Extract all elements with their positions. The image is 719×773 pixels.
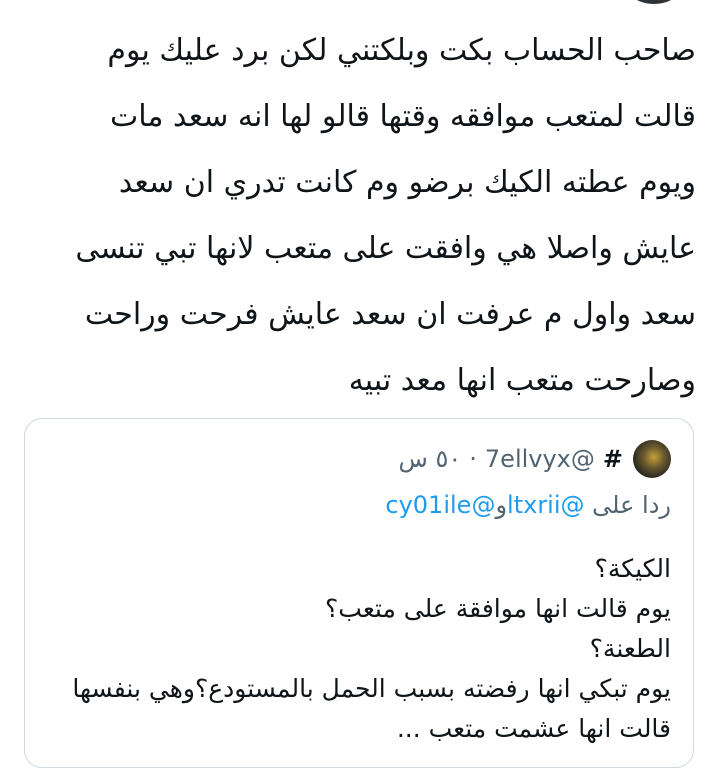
quoted-tweet-text: الكيكة؟ يوم قالت انها موافقة على متعب؟ ا… [72, 554, 671, 743]
replying-to-line: ردا على @ltxriiو@cy01ile [385, 491, 671, 519]
author-name[interactable]: # [603, 445, 623, 473]
reply-joiner: و [495, 491, 508, 519]
reply-mention-link[interactable]: @cy01ile [385, 491, 495, 519]
quoted-tweet-header: # @7ellvyx · ٥٠ س [399, 439, 671, 479]
previous-avatar-edge [632, 0, 676, 4]
avatar[interactable] [633, 440, 671, 478]
author-handle[interactable]: @7ellvyx [485, 445, 595, 473]
post-time[interactable]: ٥٠ س [399, 445, 462, 473]
separator-dot: · [469, 445, 477, 473]
tweet-text: صاحب الحساب بكت وبلكتني لكن برد عليك يوم… [75, 33, 696, 398]
replying-to-label: ردا على [592, 491, 671, 519]
reply-mention-link[interactable]: @ltxrii [507, 491, 584, 519]
quoted-tweet-card[interactable]: # @7ellvyx · ٥٠ س ردا على @ltxriiو@cy01i… [24, 418, 694, 768]
